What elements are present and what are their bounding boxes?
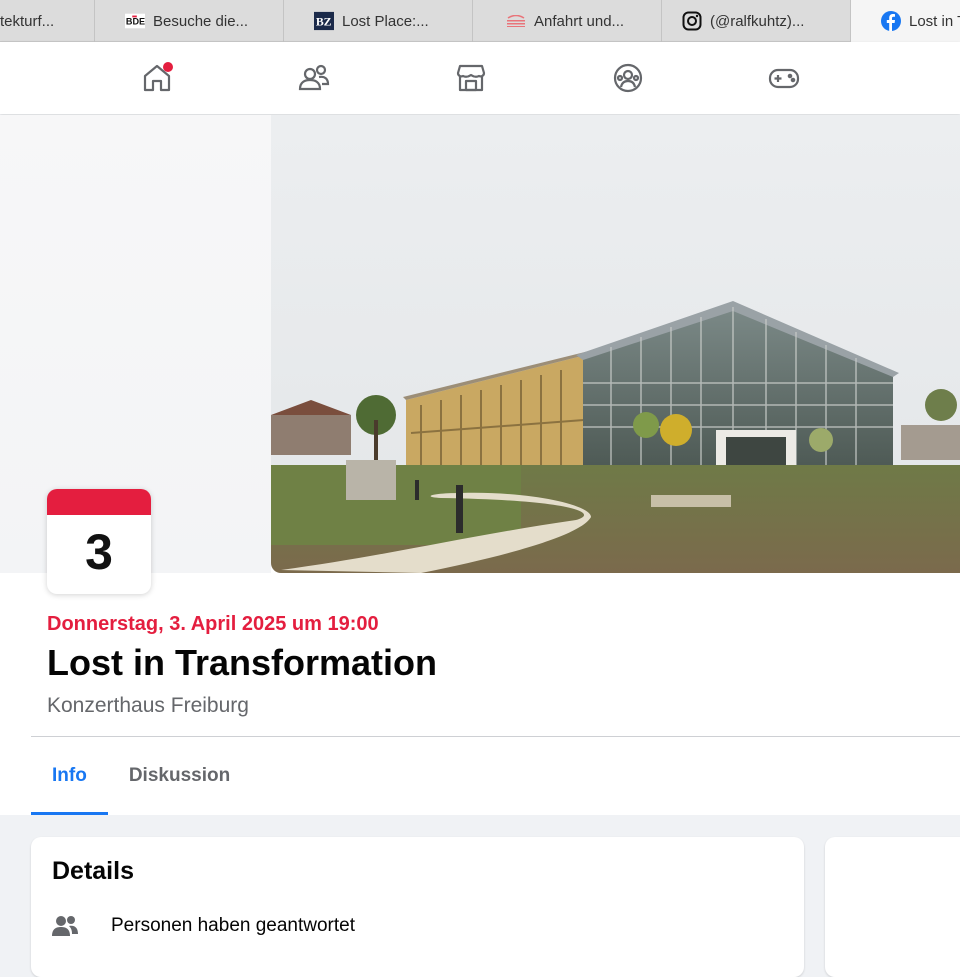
top-navigation bbox=[0, 42, 960, 114]
browser-tab[interactable]: tekturf... bbox=[0, 0, 95, 42]
svg-text:BZ: BZ bbox=[316, 15, 332, 29]
tab-title: Lost Place:... bbox=[342, 12, 429, 30]
tab-title: tekturf... bbox=[0, 12, 55, 30]
browser-tab[interactable]: Anfahrt und... bbox=[473, 0, 662, 42]
event-header: 3 Donnerstag, 3. April 2025 um 19:00 Los… bbox=[0, 115, 960, 815]
stripes-logo-icon bbox=[506, 11, 526, 31]
bz-logo-icon: BZ bbox=[314, 11, 334, 31]
tab-title: Anfahrt und... bbox=[534, 12, 625, 30]
browser-tab[interactable]: BDE Besuche die... bbox=[95, 0, 284, 42]
svg-text:BDE: BDE bbox=[126, 17, 145, 27]
event-tabs: Info Diskussion bbox=[31, 737, 251, 815]
tab-title: (@ralfkuhtz)... bbox=[710, 12, 805, 30]
tab-title: Besuche die... bbox=[153, 12, 249, 30]
instagram-icon bbox=[682, 11, 702, 31]
home-icon[interactable] bbox=[139, 60, 175, 96]
calendar-day: 3 bbox=[85, 524, 113, 580]
marketplace-icon[interactable] bbox=[453, 60, 489, 96]
notification-dot bbox=[163, 62, 173, 72]
event-venue[interactable]: Konzerthaus Freiburg bbox=[47, 694, 249, 718]
event-cover-photo[interactable] bbox=[271, 115, 960, 573]
details-card: Details Personen haben geantwortet bbox=[31, 837, 804, 977]
browser-tab[interactable]: (@ralfkuhtz)... bbox=[662, 0, 851, 42]
bde-logo-icon: BDE bbox=[125, 11, 145, 31]
tab-title: Lost in T bbox=[909, 12, 960, 30]
calendar-header bbox=[47, 489, 151, 515]
tab-diskussion[interactable]: Diskussion bbox=[108, 737, 251, 815]
groups-icon[interactable] bbox=[610, 60, 646, 96]
event-date: Donnerstag, 3. April 2025 um 19:00 bbox=[47, 613, 379, 635]
browser-tab[interactable]: BZ Lost Place:... bbox=[284, 0, 473, 42]
side-card bbox=[825, 837, 960, 977]
details-heading: Details bbox=[52, 857, 134, 885]
gaming-icon[interactable] bbox=[766, 60, 802, 96]
browser-tab-active[interactable]: Lost in T bbox=[851, 0, 960, 42]
event-title: Lost in Transformation bbox=[47, 642, 438, 683]
tab-info[interactable]: Info bbox=[31, 737, 108, 815]
friends-icon[interactable] bbox=[296, 60, 332, 96]
people-icon bbox=[51, 912, 79, 940]
calendar-badge: 3 bbox=[47, 489, 151, 594]
facebook-icon bbox=[881, 11, 901, 31]
responded-text[interactable]: Personen haben geantwortet bbox=[111, 915, 355, 937]
browser-tab-bar: tekturf... BDE Besuche die... BZ Lost Pl… bbox=[0, 0, 960, 42]
